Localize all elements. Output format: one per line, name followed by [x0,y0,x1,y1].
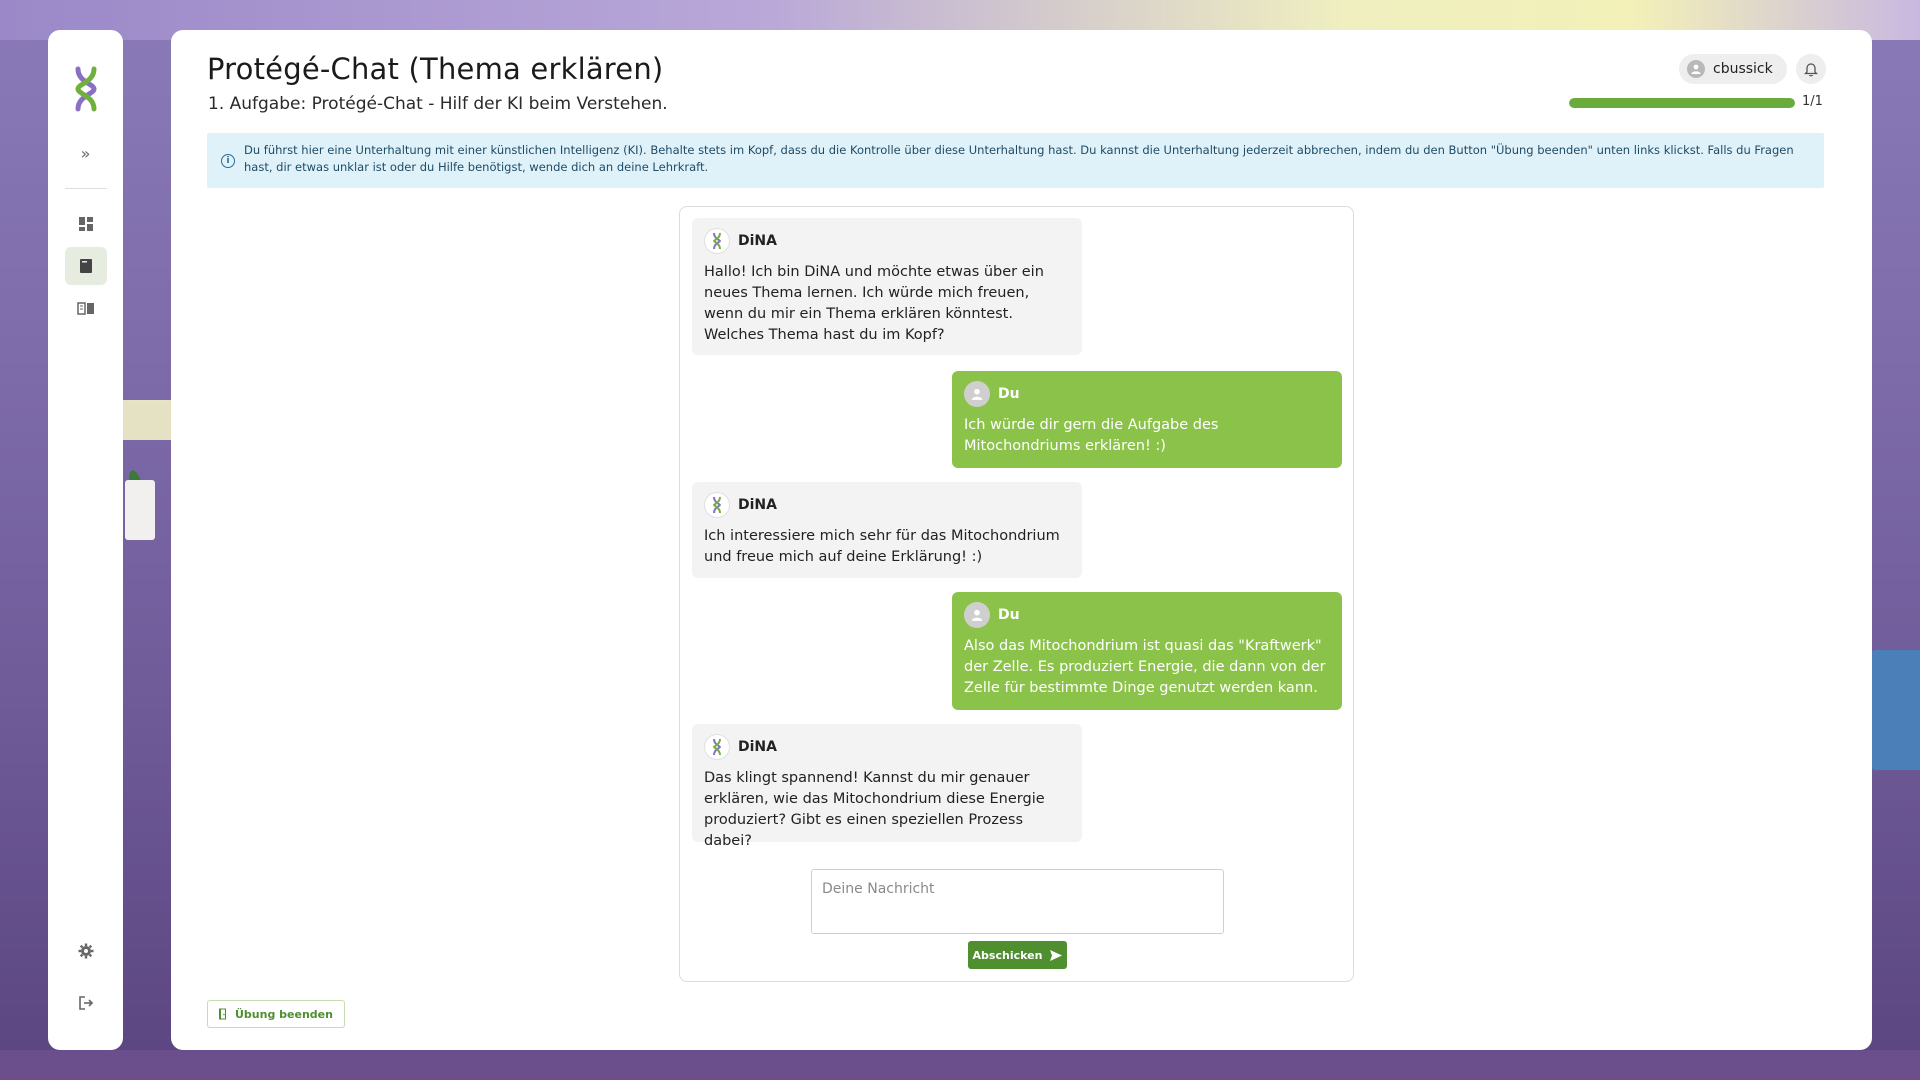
chat-message-bot: DiNA Das klingt spannend! Kannst du mir … [692,724,1082,849]
end-exercise-label: Übung beenden [235,1007,333,1021]
chat-message-user: Du Ich würde dir gern die Aufgabe des Mi… [952,371,1342,468]
logout-icon [78,996,93,1010]
background-plant-pot [125,480,155,540]
user-avatar-icon [964,602,990,628]
sidebar-item-exercises[interactable] [64,247,107,285]
book-icon [79,259,92,273]
notifications-button[interactable] [1796,54,1826,84]
message-header: DiNA [704,492,1070,518]
message-header: Du [964,381,1330,407]
dna-avatar-icon [704,734,730,760]
background-floor [0,1050,1920,1080]
send-arrow-icon [1050,949,1063,961]
message-sender: Du [998,606,1020,623]
send-button-label: Abschicken [972,948,1043,962]
open-book-icon [76,302,94,315]
message-text: Ich würde dir gern die Aufgabe des Mitoc… [964,417,1219,454]
dna-avatar-icon [704,228,730,254]
sidebar-item-library[interactable] [65,289,107,327]
sidebar-item-logout[interactable] [65,984,107,1022]
message-sender: DiNA [738,738,777,755]
double-chevron-right-icon[interactable]: » [71,138,101,168]
sidebar-item-dashboard[interactable] [65,205,107,243]
progress-bar [1569,98,1795,108]
message-header: Du [964,602,1330,628]
gear-icon [78,943,93,959]
message-header: DiNA [704,228,1070,254]
progress-text: 1/1 [1802,94,1823,109]
message-text: Hallo! Ich bin DiNA und möchte etwas übe… [704,264,1044,343]
user-menu-button[interactable]: cbussick [1679,54,1787,84]
background-object [1870,650,1920,770]
task-subtitle: 1. Aufgabe: Protégé-Chat - Hilf der KI b… [208,94,668,114]
info-banner: i Du führst hier eine Unterhaltung mit e… [207,133,1824,188]
end-exercise-button[interactable]: Übung beenden [207,1000,345,1028]
dna-avatar-icon [704,492,730,518]
progress-bar-fill [1569,98,1795,108]
info-text: Du führst hier eine Unterhaltung mit ein… [244,143,1794,174]
user-avatar-icon [964,381,990,407]
user-avatar-icon [1687,60,1705,78]
dashboard-icon [78,217,93,231]
dna-logo-icon[interactable] [66,66,106,112]
info-icon: i [221,154,235,168]
chat-panel: DiNA Hallo! Ich bin DiNA und möchte etwa… [679,206,1354,982]
message-text: Also das Mitochondrium ist quasi das "Kr… [964,638,1326,696]
sidebar-item-settings[interactable] [65,932,107,970]
chat-message-bot: DiNA Hallo! Ich bin DiNA und möchte etwa… [692,218,1082,355]
chat-message-user: Du Also das Mitochondrium ist quasi das … [952,592,1342,710]
message-sender: DiNA [738,496,777,513]
page-title: Protégé-Chat (Thema erklären) [207,52,664,86]
bell-icon [1804,62,1818,76]
message-text: Das klingt spannend! Kannst du mir genau… [704,770,1045,849]
chat-message-bot: DiNA Ich interessiere mich sehr für das … [692,482,1082,578]
main-panel: Protégé-Chat (Thema erklären) 1. Aufgabe… [171,30,1872,1050]
sidebar: » [48,30,123,1050]
message-sender: Du [998,385,1020,402]
username: cbussick [1713,61,1773,77]
message-text: Ich interessiere mich sehr für das Mitoc… [704,528,1060,565]
message-sender: DiNA [738,232,777,249]
send-button[interactable]: Abschicken [968,941,1067,969]
exit-door-icon [219,1008,226,1020]
sidebar-bottom [65,932,107,1022]
message-input[interactable] [811,869,1224,934]
message-header: DiNA [704,734,1070,760]
sidebar-divider [64,188,107,189]
